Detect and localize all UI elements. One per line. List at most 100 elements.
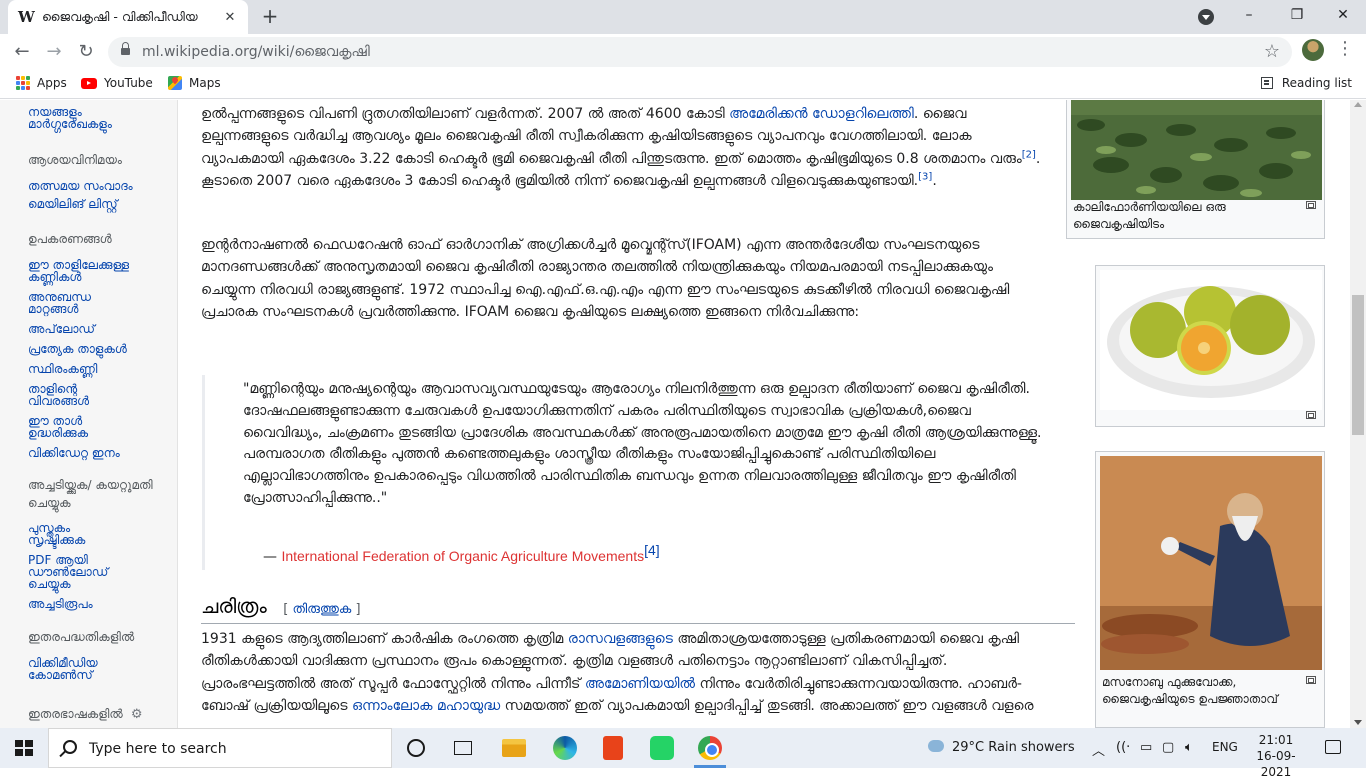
cortana-icon[interactable]: [407, 739, 425, 757]
reference-2[interactable]: [2]: [1022, 149, 1036, 160]
bookmark-maps[interactable]: Maps: [168, 76, 221, 90]
sidebar-link-page-info[interactable]: താളിന്റെ വിവരങ്ങൾ: [28, 383, 108, 407]
battery-icon[interactable]: ▭: [1140, 740, 1152, 755]
sidebar-heading-tools: ഉപകരണങ്ങൾ: [28, 232, 112, 246]
bookmark-apps[interactable]: Apps: [16, 76, 67, 90]
paragraph-3: 1931 കളുടെ ആദ്യത്തിലാണ് കാർഷിക രംഗത്തെ ക…: [201, 631, 1034, 715]
thumbnail-fukuoka[interactable]: മസനോബു ഫുക്കുവോക്ക, ജൈവകൃഷിയുടെ ഉപജ്ഞാതാ…: [1095, 451, 1325, 728]
link-ammonia[interactable]: അമോണിയയിൽ: [585, 676, 695, 692]
sidebar-link-commons[interactable]: വിക്കിമീഡിയ കോമൺസ്: [28, 657, 128, 681]
task-view-icon[interactable]: [454, 741, 472, 755]
language-indicator[interactable]: ENG: [1212, 740, 1238, 754]
minimize-button[interactable]: –: [1226, 4, 1272, 26]
lock-icon[interactable]: [121, 42, 130, 56]
windows-taskbar: Type here to search 29°C Rain showers ︿ …: [0, 728, 1366, 779]
section-title: ചരിത്രം: [201, 594, 267, 618]
tab-close-icon[interactable]: ✕: [222, 10, 238, 25]
browser-tab[interactable]: W ജൈവകൃഷി - വിക്കിപീഡിയ ✕: [8, 0, 248, 34]
bookmark-star-icon[interactable]: ☆: [1264, 41, 1280, 62]
sidebar-link-special-pages[interactable]: പ്രത്യേക താളുകൾ: [28, 343, 168, 355]
fukuoka-photo[interactable]: [1100, 456, 1322, 670]
chrome-icon[interactable]: [698, 736, 722, 760]
page-scrollbar[interactable]: [1350, 100, 1366, 728]
sidebar-link-download-pdf[interactable]: PDF ആയി ഡൗൺലോഡ് ചെയ്യുക: [28, 554, 123, 590]
close-window-button[interactable]: ✕: [1320, 4, 1366, 26]
sidebar-link-upload[interactable]: അപ്‌ലോഡ്: [28, 323, 168, 335]
volume-icon[interactable]: 🔈︎: [1185, 740, 1193, 755]
reading-list-button[interactable]: Reading list: [1260, 76, 1352, 90]
sidebar-link-wikidata-item[interactable]: വിക്കിഡേറ്റ ഇനം: [28, 447, 168, 459]
maps-icon: [168, 76, 182, 90]
sidebar-link-what-links-here[interactable]: ഈ താളിലേക്കുള്ള കണ്ണികൾ: [28, 259, 138, 283]
enlarge-icon[interactable]: [1306, 676, 1316, 684]
paragraph-1: ഉൽപ്പന്നങ്ങളുടെ വിപണി ദ്രുതഗതിയിലാണ് വളർ…: [201, 106, 1041, 190]
reference-4[interactable]: [4]: [644, 542, 660, 558]
whatsapp-icon[interactable]: [650, 736, 674, 760]
farm-image[interactable]: [1071, 100, 1322, 200]
bookmark-youtube[interactable]: YouTube: [81, 76, 153, 90]
address-bar[interactable]: ml.wikipedia.org/wiki/ജൈവകൃഷി ☆: [108, 37, 1292, 67]
scroll-down-arrow-icon[interactable]: [1354, 720, 1362, 725]
taskbar-search-box[interactable]: Type here to search: [48, 728, 392, 768]
edit-section-link[interactable]: തിരുത്തുക: [292, 602, 351, 617]
quote-citation: — International Federation of Organic Ag…: [263, 542, 660, 565]
weather-cloud-icon: [928, 740, 944, 752]
thumbnail-farm[interactable]: കാലിഫോർണിയയിലെ ഒരു ജൈവകൃഷിയിടം: [1066, 100, 1325, 239]
edge-icon[interactable]: [553, 736, 577, 760]
link-american-dollar[interactable]: അമേരിക്കൻ ഡോളറിലെത്തി: [729, 106, 914, 122]
sidebar-heading-languages: ഇതരഭാഷകളിൽ: [28, 707, 123, 721]
reading-list-icon: [1260, 77, 1273, 89]
oranges-image[interactable]: [1100, 270, 1322, 410]
menu-kebab-icon[interactable]: ⋮: [1336, 38, 1354, 59]
profile-avatar[interactable]: [1302, 39, 1324, 61]
scrollbar-thumb[interactable]: [1352, 295, 1364, 435]
forward-button[interactable]: →: [40, 38, 68, 66]
reference-3[interactable]: [3]: [918, 172, 932, 183]
sidebar-heading-communication: ആശയവിനിമയം: [28, 153, 122, 167]
bookmarks-bar: Apps YouTube Maps Reading list: [0, 70, 1366, 99]
tab-title: ജൈവകൃഷി - വിക്കിപീഡിയ: [42, 9, 198, 24]
display-icon[interactable]: ▢: [1162, 740, 1174, 755]
notification-icon[interactable]: [1325, 740, 1341, 754]
windows-start-icon[interactable]: [15, 740, 33, 756]
gear-icon[interactable]: ⚙: [131, 707, 143, 722]
restore-button[interactable]: ❐: [1274, 4, 1320, 26]
wikipedia-page: നയങ്ങളും മാർഗ്ഗരേഖകളും ആശയവിനിമയം തത്സമയ …: [0, 100, 1350, 728]
sidebar-link-printable-version[interactable]: അച്ചടിരൂപം: [28, 598, 168, 610]
sidebar-link-mailing-list[interactable]: മെയിലിങ് ലിസ്റ്റ്: [28, 198, 168, 210]
enlarge-icon[interactable]: [1306, 411, 1316, 419]
sidebar-heading-print-export: അച്ചടിയ്ക്കുക/ കയറ്റുമതി ചെയ്യുക: [28, 478, 153, 510]
sidebar-link-policies[interactable]: നയങ്ങളും മാർഗ്ഗരേഖകളും: [28, 106, 168, 130]
section-heading-history: ചരിത്രം [ തിരുത്തുക ]: [201, 594, 1075, 624]
sidebar-link-create-book[interactable]: പുസ്തകം സൃഷ്ടിക്കുക: [28, 522, 118, 546]
sidebar-link-cite-page[interactable]: ഈ താൾ ഉദ്ധരിക്കുക: [28, 415, 108, 439]
weather-widget[interactable]: 29°C Rain showers: [928, 740, 1075, 755]
wikipedia-favicon-icon: W: [18, 8, 35, 26]
sidebar-link-live-chat[interactable]: തത്സമയ സംവാദം: [28, 180, 168, 192]
link-ifoam[interactable]: International Federation of Organic Agri…: [281, 548, 644, 564]
thumbnail-caption: മസനോബു ഫുക്കുവോക്ക, ജൈവകൃഷിയുടെ ഉപജ്ഞാതാ…: [1102, 675, 1278, 706]
new-tab-button[interactable]: +: [258, 5, 282, 29]
link-world-war-1[interactable]: ഒന്നാംലോക മഹായുദ്ധ: [352, 698, 500, 714]
scroll-up-arrow-icon[interactable]: [1354, 102, 1362, 107]
reload-button[interactable]: ↻: [72, 38, 100, 66]
system-clock[interactable]: 21:01 16-09-2021: [1248, 732, 1304, 780]
search-icon: [63, 740, 77, 754]
apps-grid-icon: [16, 76, 30, 90]
back-button[interactable]: ←: [8, 38, 36, 66]
office-icon[interactable]: [603, 736, 623, 760]
url-text[interactable]: ml.wikipedia.org/wiki/ജൈവകൃഷി: [142, 44, 370, 60]
enlarge-icon[interactable]: [1306, 201, 1316, 209]
tab-search-icon[interactable]: [1198, 9, 1214, 25]
sidebar-link-permanent-link[interactable]: സ്ഥിരംകണ്ണി: [28, 363, 168, 375]
youtube-icon: [81, 77, 97, 89]
thumbnail-caption: കാലിഫോർണിയയിലെ ഒരു ജൈവകൃഷിയിടം: [1073, 200, 1226, 231]
sidebar-link-related-changes[interactable]: അനുബന്ധ മാറ്റങ്ങൾ: [28, 291, 118, 315]
ifoam-quote: "മണ്ണിന്റെയും മനുഷ്യന്റെയും ആവാസവ്യവസ്ഥയ…: [243, 381, 1042, 506]
network-icon[interactable]: ((·: [1116, 740, 1130, 755]
thumbnail-oranges[interactable]: [1095, 265, 1325, 427]
blockquote: "മണ്ണിന്റെയും മനുഷ്യന്റെയും ആവാസവ്യവസ്ഥയ…: [202, 375, 1042, 570]
tray-chevron-icon[interactable]: ︿: [1092, 740, 1105, 759]
link-chemical-fertilizers[interactable]: രാസവളങ്ങളുടെ: [568, 631, 673, 647]
file-explorer-icon[interactable]: [502, 739, 526, 757]
